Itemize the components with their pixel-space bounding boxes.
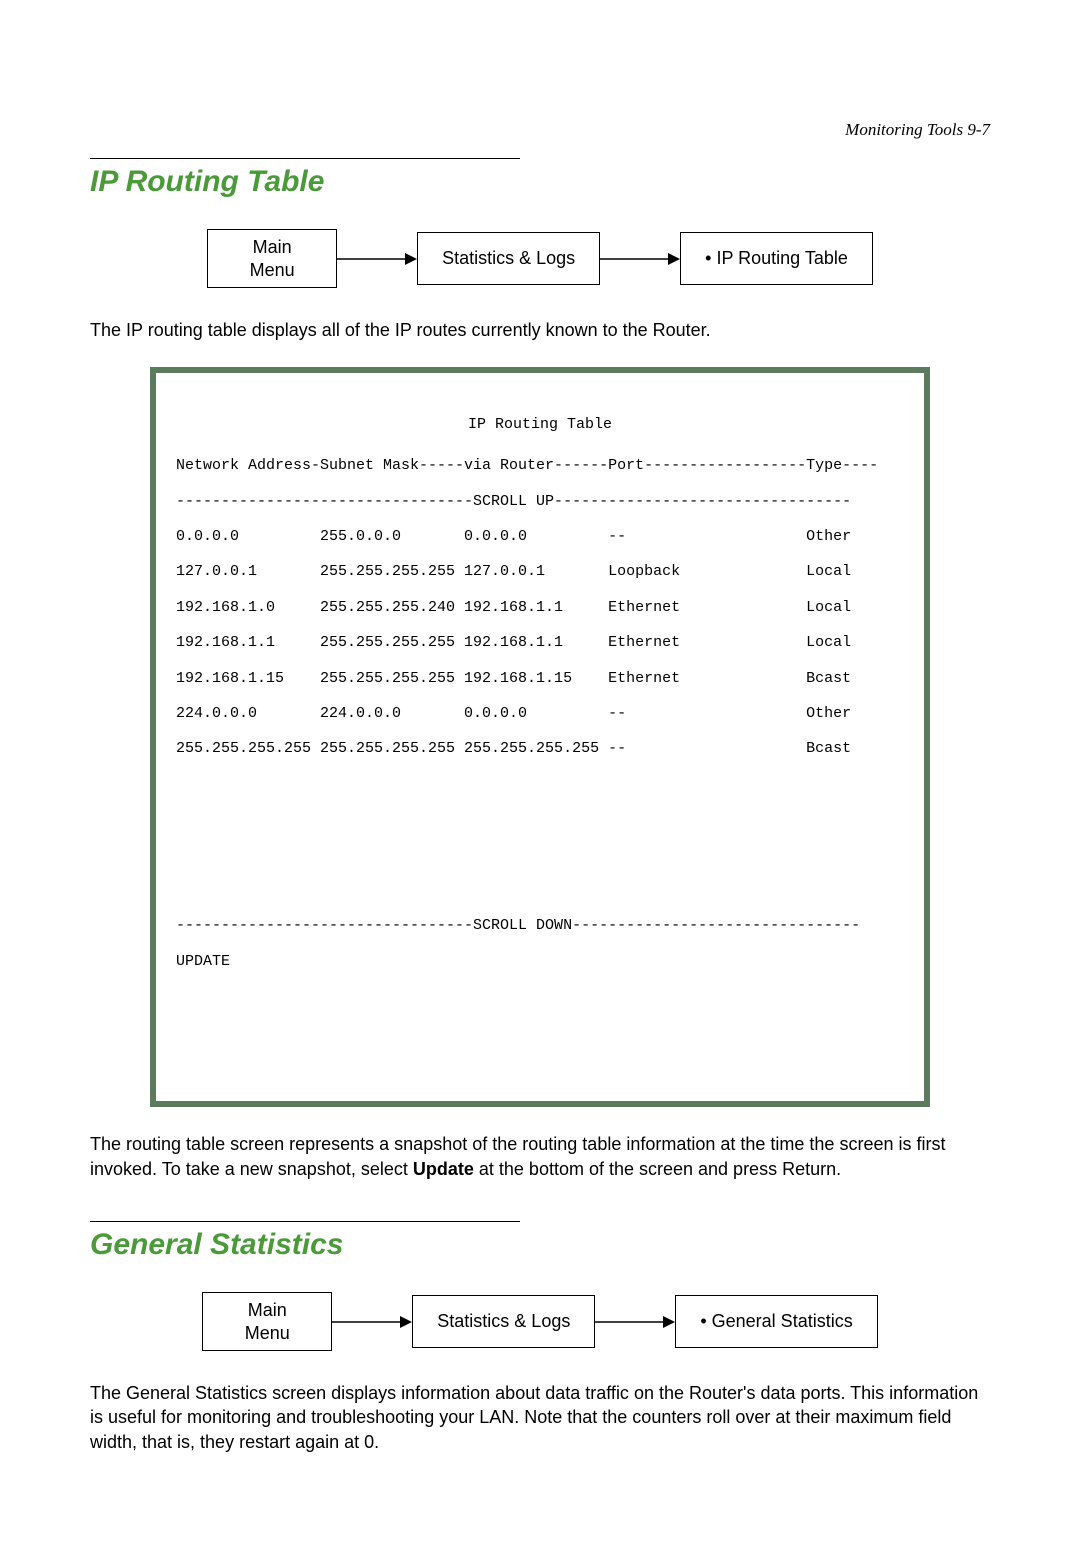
crumb-statistics-logs: Statistics & Logs bbox=[412, 1295, 595, 1348]
table-row: 224.0.0.0 224.0.0.0 0.0.0.0 -- Other bbox=[176, 705, 904, 723]
section-general-statistics: General Statistics Main Menu Statistics … bbox=[90, 1221, 990, 1454]
terminal-scroll-up: ---------------------------------SCROLL … bbox=[176, 493, 904, 511]
table-row: 0.0.0.0 255.0.0.0 0.0.0.0 -- Other bbox=[176, 528, 904, 546]
section-title-ip-routing: IP Routing Table bbox=[90, 165, 990, 199]
table-row: 255.255.255.255 255.255.255.255 255.255.… bbox=[176, 740, 904, 758]
outro-bold: Update bbox=[413, 1159, 474, 1179]
breadcrumb-ip-routing: Main Menu Statistics & Logs • IP Routing… bbox=[90, 229, 990, 288]
table-row: 192.168.1.0 255.255.255.240 192.168.1.1 … bbox=[176, 599, 904, 617]
arrow-icon bbox=[332, 1314, 412, 1330]
outro-text: The routing table screen represents a sn… bbox=[90, 1132, 990, 1181]
crumb-label: Main bbox=[232, 236, 312, 259]
crumb-main-menu: Main Menu bbox=[207, 229, 337, 288]
arrow-icon bbox=[600, 251, 680, 267]
intro-text: The General Statistics screen displays i… bbox=[90, 1381, 990, 1454]
table-row: 192.168.1.1 255.255.255.255 192.168.1.1 … bbox=[176, 634, 904, 652]
crumb-label: Main bbox=[227, 1299, 307, 1322]
section-title-general-statistics: General Statistics bbox=[90, 1228, 990, 1262]
terminal-update: UPDATE bbox=[176, 953, 904, 971]
terminal-scroll-down: ---------------------------------SCROLL … bbox=[176, 917, 904, 935]
terminal-blank bbox=[176, 776, 904, 900]
arrow-icon bbox=[595, 1314, 675, 1330]
table-row: 192.168.1.15 255.255.255.255 192.168.1.1… bbox=[176, 670, 904, 688]
crumb-label: Menu bbox=[232, 259, 312, 282]
terminal-title: IP Routing Table bbox=[176, 416, 904, 434]
crumb-ip-routing-table: • IP Routing Table bbox=[680, 232, 873, 285]
outro-post: at the bottom of the screen and press Re… bbox=[474, 1159, 841, 1179]
arrow-icon bbox=[337, 251, 417, 267]
terminal-header-row: Network Address-Subnet Mask-----via Rout… bbox=[176, 457, 904, 475]
crumb-main-menu: Main Menu bbox=[202, 1292, 332, 1351]
section-rule bbox=[90, 158, 520, 159]
crumb-statistics-logs: Statistics & Logs bbox=[417, 232, 600, 285]
terminal-ip-routing: IP Routing Table Network Address-Subnet … bbox=[150, 367, 930, 1107]
table-row: 127.0.0.1 255.255.255.255 127.0.0.1 Loop… bbox=[176, 563, 904, 581]
terminal-blank bbox=[176, 988, 904, 1041]
section-ip-routing: IP Routing Table Main Menu Statistics & … bbox=[90, 158, 990, 1181]
intro-text: The IP routing table displays all of the… bbox=[90, 318, 990, 342]
crumb-label: Menu bbox=[227, 1322, 307, 1345]
crumb-general-statistics: • General Statistics bbox=[675, 1295, 877, 1348]
section-rule bbox=[90, 1221, 520, 1222]
page-header: Monitoring Tools 9-7 bbox=[90, 120, 990, 140]
breadcrumb-general-statistics: Main Menu Statistics & Logs • General St… bbox=[90, 1292, 990, 1351]
